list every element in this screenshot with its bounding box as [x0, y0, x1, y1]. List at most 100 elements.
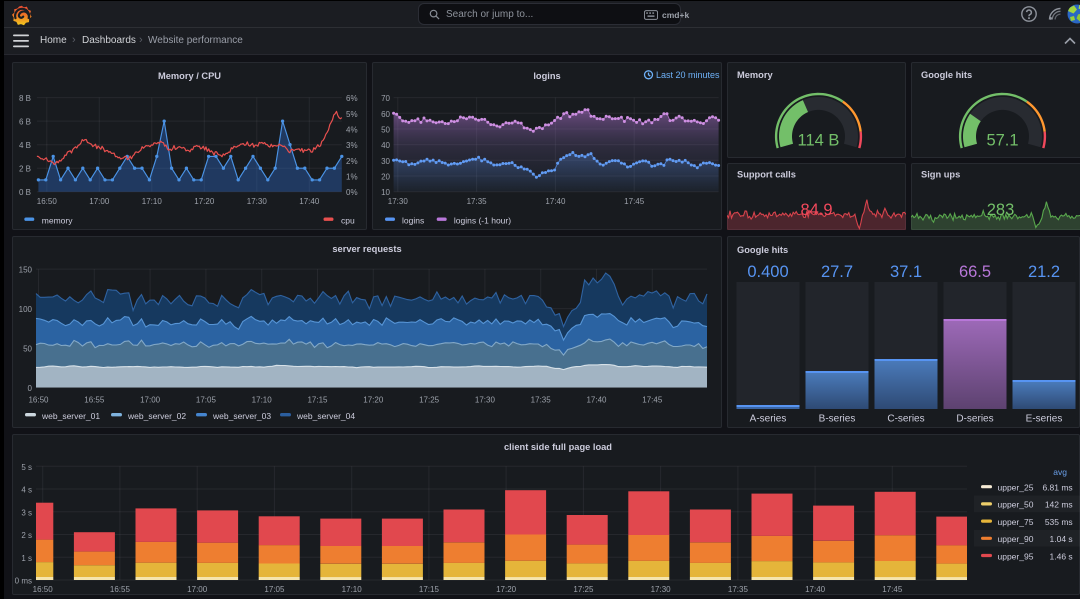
svg-text:D-series: D-series [956, 414, 993, 425]
svg-text:server requests: server requests [332, 244, 401, 254]
svg-text:2%: 2% [346, 157, 358, 166]
svg-text:16:55: 16:55 [84, 396, 105, 405]
svg-text:17:35: 17:35 [531, 396, 552, 405]
svg-text:17:40: 17:40 [299, 197, 320, 206]
svg-text:17:15: 17:15 [419, 585, 440, 594]
svg-text:84.9: 84.9 [800, 201, 832, 219]
svg-text:5 s: 5 s [21, 463, 32, 472]
svg-text:1.04 s: 1.04 s [1050, 534, 1073, 544]
svg-text:4%: 4% [346, 126, 358, 135]
svg-text:6 B: 6 B [19, 118, 31, 127]
svg-text:4 s: 4 s [21, 486, 32, 495]
svg-text:Google hits: Google hits [737, 245, 788, 255]
svg-text:web_server_01: web_server_01 [41, 411, 100, 421]
svg-text:upper_90: upper_90 [998, 534, 1034, 544]
svg-text:16:50: 16:50 [28, 396, 49, 405]
svg-text:Memory: Memory [737, 70, 773, 80]
svg-text:20: 20 [381, 173, 390, 182]
svg-text:1 s: 1 s [21, 554, 32, 563]
svg-text:Google hits: Google hits [921, 70, 972, 80]
svg-text:114 B: 114 B [798, 132, 840, 150]
svg-text:16:50: 16:50 [33, 585, 54, 594]
svg-text:17:20: 17:20 [363, 396, 384, 405]
svg-text:40: 40 [381, 141, 390, 150]
svg-text:16:50: 16:50 [37, 197, 58, 206]
svg-text:17:05: 17:05 [264, 585, 285, 594]
svg-text:17:45: 17:45 [882, 585, 903, 594]
svg-text:4 B: 4 B [19, 141, 31, 150]
svg-text:logins: logins [533, 71, 560, 81]
svg-text:100: 100 [19, 305, 33, 314]
svg-text:17:35: 17:35 [467, 197, 488, 206]
svg-text:6.81 ms: 6.81 ms [1042, 483, 1072, 493]
svg-text:1.46 s: 1.46 s [1050, 551, 1073, 561]
svg-text:0: 0 [28, 384, 33, 393]
svg-text:17:05: 17:05 [196, 396, 217, 405]
svg-text:17:40: 17:40 [545, 197, 566, 206]
svg-text:B-series: B-series [819, 414, 856, 425]
svg-text:17:35: 17:35 [728, 585, 749, 594]
svg-text:3 s: 3 s [21, 508, 32, 517]
svg-text:logins: logins [402, 216, 424, 226]
svg-text:16:55: 16:55 [110, 585, 131, 594]
svg-text:3%: 3% [346, 141, 358, 150]
svg-text:17:20: 17:20 [194, 197, 215, 206]
svg-text:E-series: E-series [1026, 414, 1063, 425]
svg-text:17:45: 17:45 [642, 396, 663, 405]
svg-text:17:25: 17:25 [419, 396, 440, 405]
svg-text:27.7: 27.7 [821, 263, 853, 281]
svg-text:17:40: 17:40 [805, 585, 826, 594]
svg-text:17:00: 17:00 [89, 197, 110, 206]
svg-text:30: 30 [381, 157, 390, 166]
svg-text:0%: 0% [346, 188, 358, 197]
svg-text:5%: 5% [346, 110, 358, 119]
svg-text:web_server_04: web_server_04 [296, 411, 355, 421]
svg-text:21.2: 21.2 [1028, 263, 1060, 281]
svg-text:37.1: 37.1 [890, 263, 922, 281]
svg-text:1%: 1% [346, 173, 358, 182]
svg-text:6%: 6% [346, 94, 358, 103]
svg-text:cpu: cpu [341, 216, 355, 226]
svg-text:17:30: 17:30 [247, 197, 268, 206]
svg-text:60: 60 [381, 110, 390, 119]
svg-text:2 s: 2 s [21, 531, 32, 540]
svg-text:17:30: 17:30 [475, 396, 496, 405]
svg-text:17:00: 17:00 [140, 396, 161, 405]
svg-text:17:25: 17:25 [573, 585, 594, 594]
svg-text:17:15: 17:15 [307, 396, 328, 405]
svg-text:10: 10 [381, 188, 390, 197]
svg-text:142 ms: 142 ms [1045, 500, 1073, 510]
svg-text:17:00: 17:00 [187, 585, 208, 594]
svg-text:2 B: 2 B [19, 165, 31, 174]
svg-text:memory: memory [42, 216, 73, 226]
svg-text:0 ms: 0 ms [15, 577, 32, 586]
svg-text:upper_50: upper_50 [998, 500, 1034, 510]
svg-text:Support calls: Support calls [737, 170, 796, 180]
svg-text:17:30: 17:30 [651, 585, 672, 594]
svg-text:17:10: 17:10 [342, 585, 363, 594]
svg-text:avg: avg [1053, 467, 1067, 477]
svg-text:50: 50 [23, 345, 32, 354]
svg-text:17:10: 17:10 [252, 396, 273, 405]
svg-text:0 B: 0 B [19, 188, 31, 197]
svg-text:Memory / CPU: Memory / CPU [158, 71, 221, 81]
svg-text:Last 20 minutes: Last 20 minutes [656, 70, 720, 80]
svg-text:upper_75: upper_75 [998, 517, 1034, 527]
svg-text:17:40: 17:40 [586, 396, 607, 405]
svg-text:8 B: 8 B [19, 94, 31, 103]
svg-text:66.5: 66.5 [959, 263, 991, 281]
svg-text:150: 150 [19, 266, 33, 275]
svg-text:0.400: 0.400 [747, 263, 788, 281]
svg-text:upper_95: upper_95 [998, 551, 1034, 561]
svg-text:17:20: 17:20 [496, 585, 517, 594]
svg-text:17:30: 17:30 [388, 197, 409, 206]
svg-text:web_server_02: web_server_02 [127, 411, 186, 421]
svg-text:web_server_03: web_server_03 [212, 411, 271, 421]
svg-text:17:45: 17:45 [624, 197, 645, 206]
svg-text:535 ms: 535 ms [1045, 517, 1073, 527]
svg-text:logins (-1 hour): logins (-1 hour) [454, 216, 511, 226]
svg-text:283: 283 [987, 201, 1015, 219]
svg-text:A-series: A-series [750, 414, 787, 425]
svg-text:C-series: C-series [887, 414, 924, 425]
svg-text:70: 70 [381, 94, 390, 103]
